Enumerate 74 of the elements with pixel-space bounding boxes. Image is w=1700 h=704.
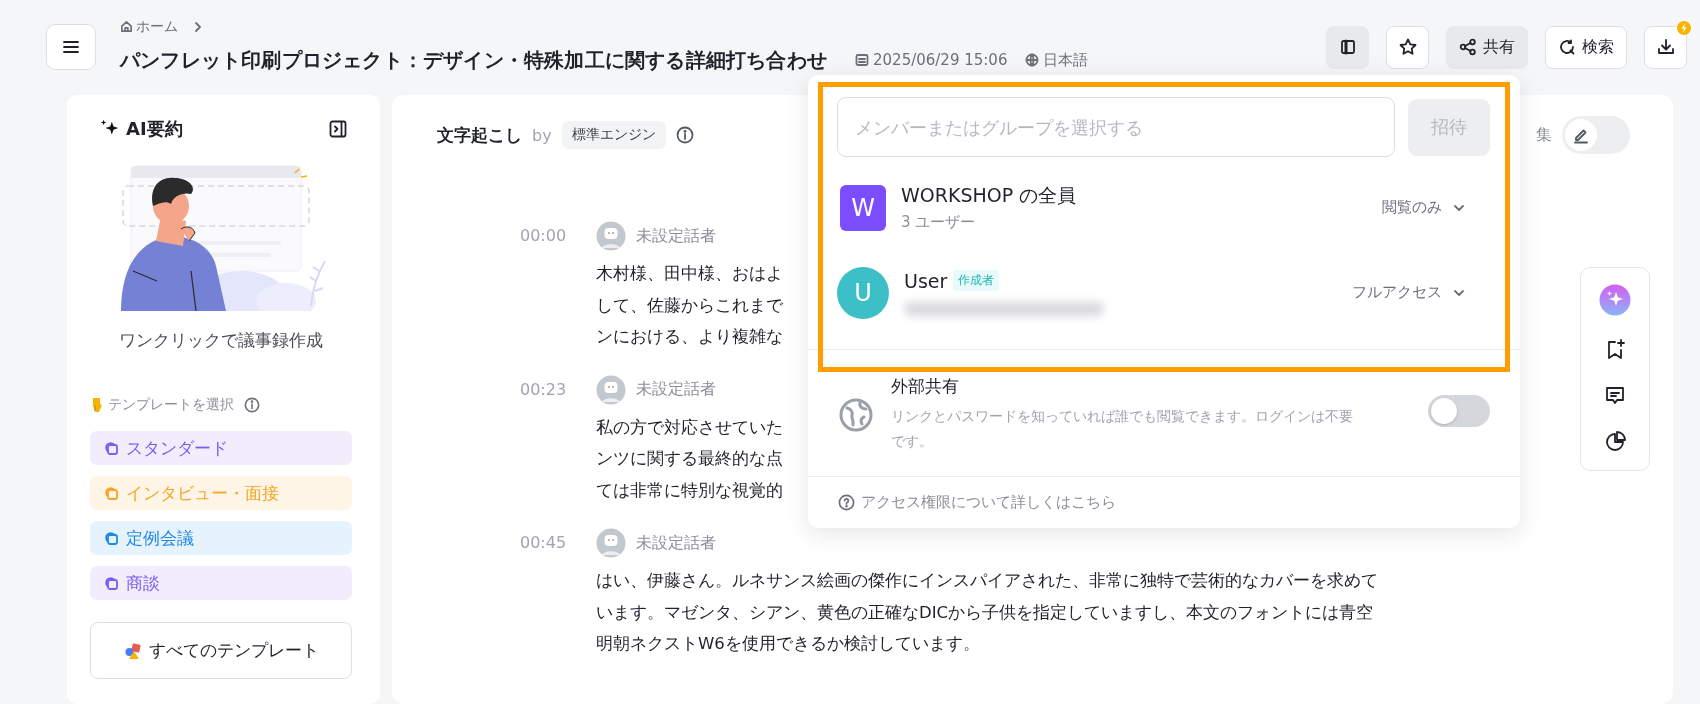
transcript-title: 文字起こし <box>437 123 522 147</box>
avatar-icon <box>596 374 626 405</box>
template-chip[interactable]: 商談 <box>90 566 352 600</box>
transcript-line: います。マゼンタ、シアン、黄色の正確なDICから子供を指定していますし、本文のフォントには青空 <box>596 601 1375 624</box>
external-share-switch[interactable] <box>1428 395 1490 427</box>
transcript-line: ンにおける、より複雑な <box>596 326 783 348</box>
timestamp: 00:45 <box>519 532 568 554</box>
speaker-name: 未設定話者 <box>636 379 716 400</box>
template-icon <box>102 574 120 592</box>
engine-tag: 標準エンジン <box>561 121 666 149</box>
panel-toggle-button[interactable] <box>1326 25 1369 69</box>
favorite-button[interactable] <box>1386 25 1429 69</box>
by-text: by <box>532 125 552 145</box>
share-button[interactable]: 共有 <box>1446 25 1528 69</box>
member-name: WORKSHOP の全員 <box>901 183 1077 208</box>
description-text: リンクとパスワードを知っていれば誰でも閲覧できます。ログインは不要です。 <box>891 407 1354 451</box>
page-title: パンフレット印刷プロジェクト：デザイン・特殊加工に関する詳細打ち合わせ <box>120 46 827 74</box>
avatar-icon <box>596 221 626 251</box>
star-icon <box>1397 37 1418 57</box>
member-count: 3 ユーザー <box>901 213 977 232</box>
permission-dropdown[interactable]: フルアクセス <box>1346 282 1472 303</box>
date-text: 2025/06/29 15:06 <box>873 51 1008 69</box>
member-search-field[interactable]: メンバーまたはグループを選択する <box>837 97 1395 157</box>
edit-toggle[interactable] <box>1562 116 1630 154</box>
info-icon <box>675 126 694 144</box>
lightning-badge-icon <box>1677 20 1691 35</box>
timestamp: 00:23 <box>519 378 568 401</box>
transcript-line: 明朝ネクストW6を使用できるか検討しています。 <box>596 633 981 655</box>
group-avatar: W <box>840 184 886 231</box>
chevron-right-icon <box>192 20 204 33</box>
collapse-button[interactable] <box>328 119 348 139</box>
help-link[interactable]: アクセス権限について詳しくはこちら <box>838 493 1488 512</box>
share-icon <box>1459 38 1477 56</box>
download-icon <box>1655 37 1676 57</box>
pie-chart-icon <box>1603 430 1627 454</box>
transcript-line: して、佐藤からこれまで <box>596 294 783 317</box>
language-text: 日本語 <box>1043 50 1089 70</box>
member-name: User <box>904 269 948 292</box>
search-icon <box>1558 38 1576 56</box>
template-icon <box>102 529 120 547</box>
globe-icon <box>1025 53 1040 67</box>
user-avatar: U <box>837 266 889 319</box>
avatar-icon <box>596 528 626 558</box>
shapes-icon <box>123 640 143 661</box>
menu-button[interactable] <box>46 24 96 70</box>
role-badge: 作成者 <box>953 270 1000 291</box>
calendar-icon <box>855 53 869 67</box>
search-button[interactable]: 検索 <box>1545 25 1627 69</box>
sparkle-icon <box>1599 284 1631 316</box>
breadcrumb-link[interactable]: ホーム <box>120 17 178 36</box>
speaker-name: 未設定話者 <box>636 532 716 554</box>
speaker-name: 未設定話者 <box>636 225 716 247</box>
permission-dropdown[interactable]: 閲覧のみ <box>1376 197 1472 218</box>
all-templates-button[interactable]: すべてのテンプレート <box>90 622 352 679</box>
transcript-line: 木村様、田中様、おはよ <box>596 263 783 285</box>
panel-title: AI要約 <box>126 117 183 141</box>
edit-label: 集 <box>1536 124 1552 146</box>
timestamp: 00:00 <box>519 225 568 247</box>
template-chip[interactable]: スタンダード <box>90 431 352 465</box>
transcript-line: ンツに関する最終的な点 <box>596 448 783 470</box>
collapse-panel-icon <box>328 119 348 139</box>
caption-text: ワンクリックで議事録作成 <box>118 329 324 352</box>
info-icon <box>244 396 260 414</box>
transcript-line: 私の方で対応させていた <box>596 416 783 439</box>
template-chip[interactable]: 定例会議 <box>90 521 352 555</box>
section-title: 外部共有 <box>891 375 960 398</box>
template-icon <box>102 484 120 502</box>
transcript-line: ては非常に特別な視覚的 <box>596 479 783 502</box>
section-label: テンプレートを選択 <box>108 396 234 414</box>
transcript-line: はい、伊藤さん。ルネサンス絵画の傑作にインスパイアされた、非常に独特で芸術的なカバーを求めて <box>596 570 1378 592</box>
template-icon <box>102 439 120 457</box>
globe-icon <box>838 396 874 433</box>
help-icon <box>838 494 855 511</box>
home-icon <box>120 20 133 33</box>
